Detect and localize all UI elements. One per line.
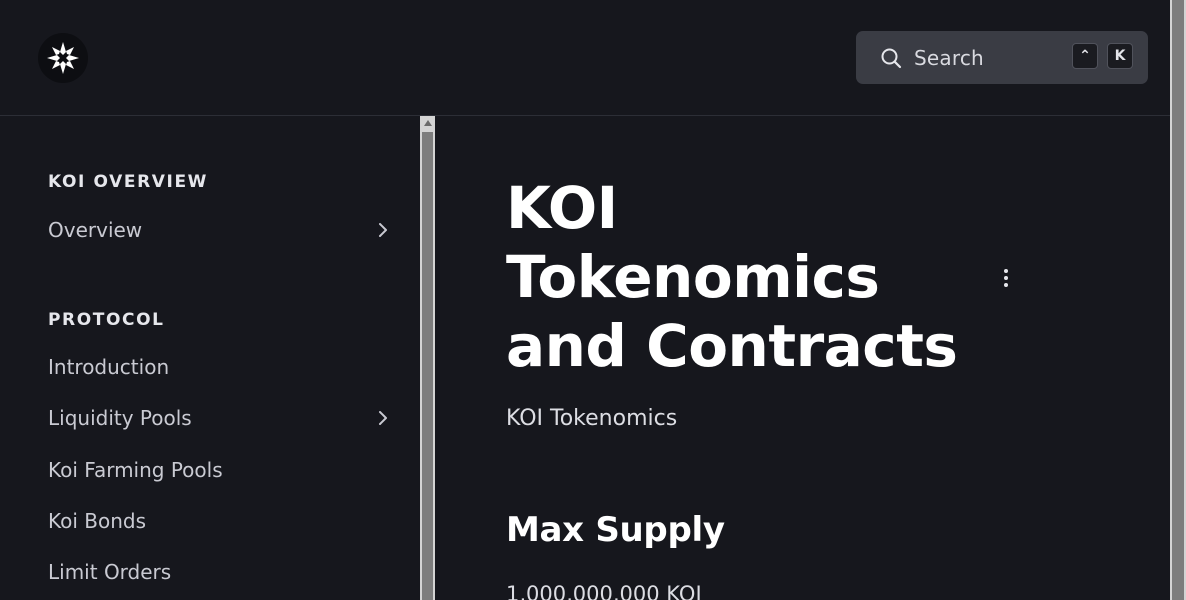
shortcut-modifier-key: ⌃: [1072, 43, 1098, 69]
sidebar-nav: KOI OVERVIEW Overview PROTOCOL Introduct…: [0, 116, 420, 600]
section-heading-max-supply: Max Supply: [506, 510, 725, 550]
sidebar-item-label: Liquidity Pools: [48, 406, 192, 430]
sidebar-item-koi-bonds[interactable]: Koi Bonds: [48, 504, 398, 538]
page-scrollbar[interactable]: [1170, 0, 1186, 600]
sidebar-item-overview[interactable]: Overview: [48, 213, 398, 247]
search-icon: [880, 47, 902, 69]
main-content: KOI Tokenomics and Contracts KOI Tokenom…: [436, 116, 1170, 600]
sidebar-item-label: Limit Orders: [48, 560, 172, 584]
search-box[interactable]: Search ⌃ K: [856, 31, 1148, 84]
section-title-koi-overview: KOI OVERVIEW: [48, 172, 209, 192]
sidebar-scroll-thumb[interactable]: [422, 132, 433, 600]
sidebar-item-introduction[interactable]: Introduction: [48, 350, 398, 384]
sidebar-item-label: Introduction: [48, 355, 170, 379]
section-title-protocol: PROTOCOL: [48, 310, 165, 330]
sidebar-item-label: Koi Farming Pools: [48, 458, 223, 482]
page-subtitle: KOI Tokenomics: [506, 406, 678, 431]
more-options-icon[interactable]: [998, 266, 1014, 290]
shortcut-k-key: K: [1107, 43, 1133, 69]
sidebar-item-limit-orders[interactable]: Limit Orders: [48, 555, 398, 589]
sidebar-item-koi-farming-pools[interactable]: Koi Farming Pools: [48, 453, 398, 487]
sidebar-scrollbar[interactable]: [420, 116, 435, 600]
koi-logo-icon[interactable]: [38, 33, 88, 83]
page-scroll-thumb[interactable]: [1172, 0, 1184, 600]
page-title: KOI Tokenomics and Contracts: [506, 174, 958, 380]
scroll-up-arrow-icon[interactable]: [420, 116, 435, 130]
chevron-right-icon[interactable]: [376, 409, 390, 427]
top-header: Search ⌃ K: [0, 0, 1170, 116]
sidebar-item-label: Overview: [48, 218, 143, 242]
sidebar-item-liquidity-pools[interactable]: Liquidity Pools: [48, 401, 398, 435]
app-root: Search ⌃ K KOI OVERVIEW Overview PROTOCO…: [0, 0, 1186, 600]
search-placeholder: Search: [914, 45, 984, 70]
sidebar-item-label: Koi Bonds: [48, 509, 147, 533]
max-supply-value: 1,000,000,000 KOI: [506, 582, 702, 600]
chevron-right-icon[interactable]: [376, 221, 390, 239]
